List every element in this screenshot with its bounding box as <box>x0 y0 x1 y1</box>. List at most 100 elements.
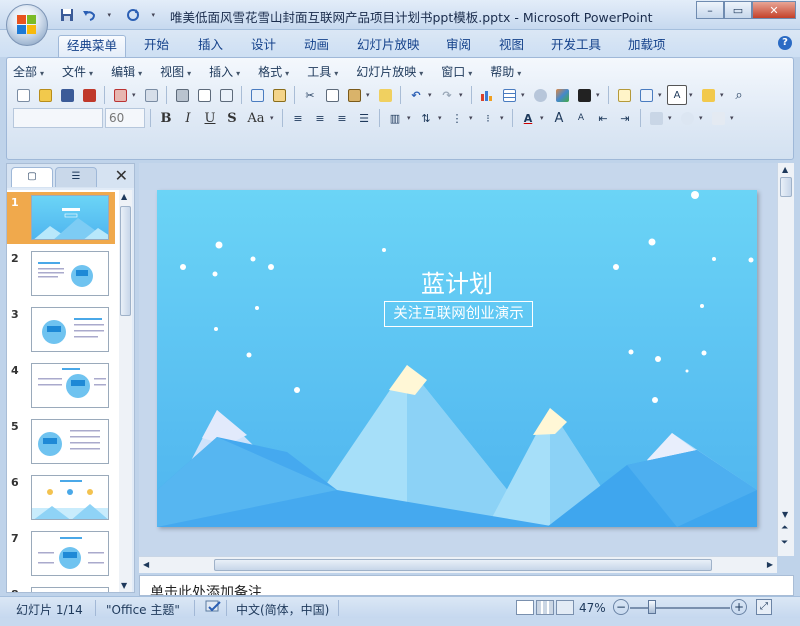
scroll-down-icon[interactable]: ▼ <box>121 581 127 590</box>
menu-insert[interactable]: 插入 ▾ <box>209 63 240 81</box>
help-icon[interactable]: ? <box>778 36 792 50</box>
cut-icon[interactable]: ✂ <box>300 85 320 105</box>
layout-icon[interactable] <box>636 85 656 105</box>
research-icon[interactable] <box>269 85 289 105</box>
slide-thumbnail-7[interactable]: 7 <box>7 528 115 580</box>
menu-format[interactable]: 格式 ▾ <box>258 63 289 81</box>
italic-button[interactable]: I <box>178 108 198 128</box>
slide-sorter-view-icon[interactable] <box>536 600 554 615</box>
close-panel-icon[interactable]: ✕ <box>115 166 128 185</box>
font-color-icon[interactable]: A <box>518 108 538 128</box>
text-shadow-button[interactable]: S <box>222 108 242 128</box>
menu-help[interactable]: 帮助 ▾ <box>490 63 521 81</box>
slide-canvas[interactable]: 蓝计划 关注互联网创业演示 <box>157 190 757 527</box>
text-box-icon[interactable]: A <box>667 85 687 105</box>
tab-review[interactable]: 审阅 <box>438 35 479 57</box>
undo-dropdown-icon[interactable]: ▾ <box>102 7 120 23</box>
menu-file[interactable]: 文件 ▾ <box>62 63 93 81</box>
slide-thumbnail-2[interactable]: 2 <box>7 248 115 300</box>
spelling-icon[interactable] <box>247 85 267 105</box>
zoom-out-icon[interactable]: − <box>613 599 629 615</box>
tab-addins[interactable]: 加载项 <box>620 35 674 57</box>
fit-to-window-icon[interactable]: ⤢ <box>756 599 772 615</box>
arrange-icon[interactable] <box>646 108 666 128</box>
decrease-font-icon[interactable]: A <box>571 108 591 128</box>
slides-tab[interactable]: ▢ <box>11 167 53 187</box>
underline-button[interactable]: U <box>200 108 220 128</box>
menu-tools[interactable]: 工具 ▾ <box>307 63 338 81</box>
slide-thumbnail-8[interactable]: 8 <box>7 584 115 592</box>
insert-table-icon[interactable] <box>499 85 519 105</box>
columns-icon[interactable]: ▥ <box>385 108 405 128</box>
tab-design[interactable]: 设计 <box>243 35 284 57</box>
copy-icon[interactable] <box>322 85 342 105</box>
new-file-icon[interactable] <box>13 85 33 105</box>
folder-icon[interactable] <box>698 85 718 105</box>
change-case-button[interactable]: Aa <box>244 108 268 128</box>
print-preview-icon[interactable] <box>194 85 214 105</box>
tab-insert[interactable]: 插入 <box>190 35 231 57</box>
menu-edit[interactable]: 编辑 ▾ <box>111 63 142 81</box>
notes-pane[interactable]: 单击此处添加备注 <box>139 575 794 596</box>
slide-title[interactable]: 蓝计划 <box>157 264 757 299</box>
slide-horizontal-scrollbar[interactable]: ◀ ▶ <box>139 556 777 573</box>
text-direction-icon[interactable]: ⇅ <box>416 108 436 128</box>
save-icon[interactable] <box>57 85 77 105</box>
numbering-icon[interactable]: ⋮ <box>447 108 467 128</box>
decrease-indent-icon[interactable]: ⇤ <box>593 108 613 128</box>
scroll-left-icon[interactable]: ◀ <box>143 560 149 569</box>
open-folder-icon[interactable] <box>35 85 55 105</box>
undo-icon[interactable]: ↶ <box>406 85 426 105</box>
previous-slide-icon[interactable]: ⏶ <box>781 523 788 533</box>
align-center-icon[interactable]: ≡ <box>310 108 330 128</box>
tab-view[interactable]: 视图 <box>491 35 532 57</box>
permission-icon[interactable] <box>110 85 130 105</box>
shapes-icon[interactable] <box>677 108 697 128</box>
scroll-thumb[interactable] <box>780 177 792 197</box>
scroll-down-icon[interactable]: ▼ <box>782 510 788 519</box>
save-as-pdf-icon[interactable] <box>79 85 99 105</box>
slide-thumbnail-6[interactable]: 6 <box>7 472 115 524</box>
menu-slideshow[interactable]: 幻灯片放映 ▾ <box>356 63 423 81</box>
office-button[interactable] <box>6 4 48 46</box>
slide-vertical-scrollbar[interactable]: ▲ ▼ ⏶ ⏷ <box>777 163 794 556</box>
slide-layout-icon[interactable] <box>216 85 236 105</box>
spell-check-icon[interactable] <box>204 599 224 618</box>
slide-subtitle[interactable]: 关注互联网创业演示 <box>384 301 533 327</box>
paste-icon[interactable] <box>344 85 364 105</box>
font-name-box[interactable] <box>13 108 103 128</box>
tab-developer[interactable]: 开发工具 <box>543 35 609 57</box>
slideshow-view-icon[interactable] <box>556 600 574 615</box>
bold-button[interactable]: B <box>156 108 176 128</box>
scroll-thumb[interactable] <box>214 559 712 571</box>
redo-icon[interactable]: ↷ <box>437 85 457 105</box>
menu-view[interactable]: 视图 ▾ <box>160 63 191 81</box>
zoom-slider-thumb[interactable] <box>648 600 656 614</box>
scroll-right-icon[interactable]: ▶ <box>767 560 773 569</box>
tab-animations[interactable]: 动画 <box>296 35 337 57</box>
undo-icon[interactable] <box>80 7 98 23</box>
scroll-up-icon[interactable]: ▲ <box>121 192 127 201</box>
scroll-thumb[interactable] <box>120 206 131 316</box>
maximize-button[interactable]: ▭ <box>724 1 752 19</box>
slide-thumbnail-1[interactable]: 1 <box>7 192 115 244</box>
language-indicator[interactable]: 中文(简体，中国) <box>236 601 329 618</box>
attach-icon[interactable] <box>141 85 161 105</box>
slide-thumbnail-4[interactable]: 4 <box>7 360 115 412</box>
increase-font-icon[interactable]: A <box>549 108 569 128</box>
print-icon[interactable] <box>172 85 192 105</box>
menu-window[interactable]: 窗口 ▾ <box>441 63 472 81</box>
insert-picture-icon[interactable] <box>552 85 572 105</box>
thumbnail-scrollbar[interactable]: ▲ ▼ <box>119 190 132 592</box>
scroll-up-icon[interactable]: ▲ <box>782 165 788 174</box>
zoom-slider-track[interactable] <box>630 607 730 609</box>
format-painter-icon[interactable] <box>375 85 395 105</box>
shape-style-icon[interactable] <box>708 108 728 128</box>
save-icon[interactable] <box>58 7 76 23</box>
slide-thumbnail-3[interactable]: 3 <box>7 304 115 356</box>
close-button[interactable]: ✕ <box>752 1 796 19</box>
minimize-button[interactable]: – <box>696 1 724 19</box>
font-size-box[interactable]: 60 <box>105 108 145 128</box>
zoom-level[interactable]: 47% <box>579 601 606 615</box>
zoom-in-icon[interactable]: + <box>731 599 747 615</box>
